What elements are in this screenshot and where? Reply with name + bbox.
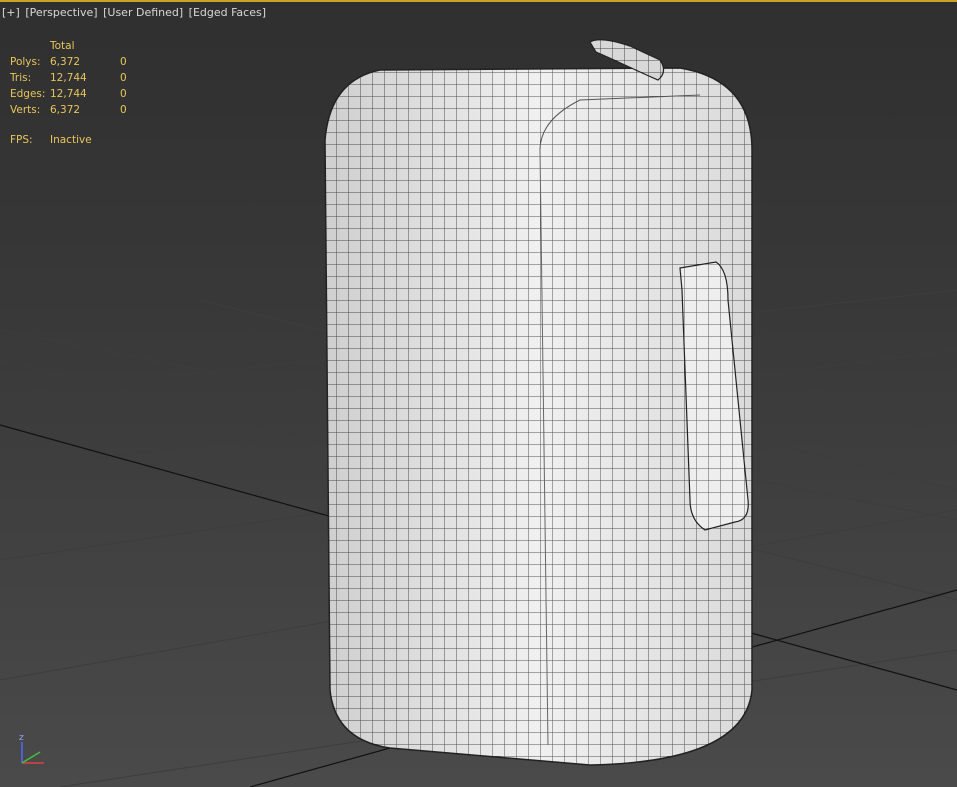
viewport-menu-lighting[interactable]: [User Defined] [103, 6, 183, 19]
viewport-scene[interactable]: z [0, 0, 957, 787]
viewport-menu-view[interactable]: [Perspective] [25, 6, 97, 19]
stats-total: 6,372 [50, 56, 81, 68]
stats-total: 6,372 [50, 104, 81, 116]
fps-label: FPS: [10, 134, 33, 146]
viewport-label-bar: [+] [Perspective] [User Defined] [Edged … [2, 6, 268, 19]
perspective-viewport[interactable]: z [+] [Perspective] [User Defined] [Edge… [0, 0, 957, 787]
stats-selected: 0 [120, 104, 127, 116]
stats-label: Polys: [10, 56, 41, 68]
stats-total: 12,744 [50, 72, 87, 84]
stats-label: Tris: [10, 72, 32, 84]
stats-total: 12,744 [50, 88, 87, 100]
stats-selected: 0 [120, 72, 127, 84]
fps-value: Inactive [50, 134, 92, 146]
stats-label: Edges: [10, 88, 46, 100]
stats-selected: 0 [120, 56, 127, 68]
gizmo-z-label: z [19, 733, 24, 743]
viewport-menu-shading[interactable]: [Edged Faces] [189, 6, 266, 19]
stats-header-total: Total [50, 40, 75, 52]
viewport-menu-plus[interactable]: [+] [2, 6, 20, 19]
stats-label: Verts: [10, 104, 41, 116]
fps-readout: FPS: Inactive [10, 134, 92, 146]
stats-selected: 0 [120, 88, 127, 100]
axis-gizmo [21, 742, 44, 764]
